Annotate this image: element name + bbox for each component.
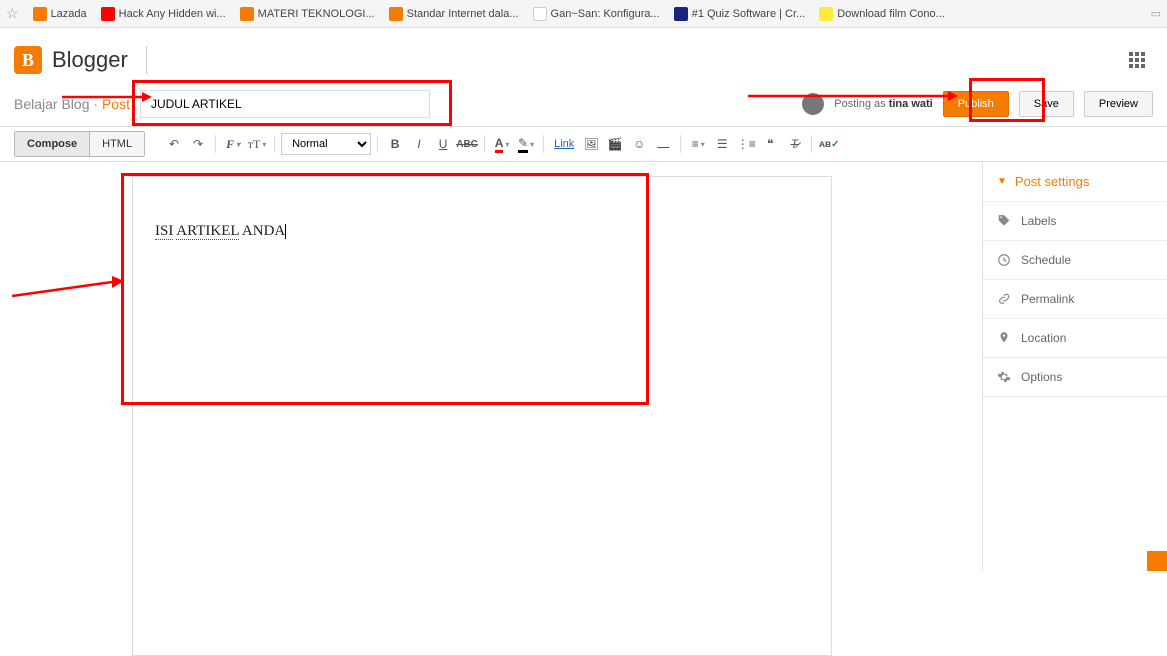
- gear-icon: [997, 370, 1011, 384]
- save-button[interactable]: Save: [1019, 91, 1074, 117]
- editor-toolbar: Compose HTML ↶ ↷ F▾ тT▾ Normal B I U ABC…: [0, 126, 1167, 162]
- bookmarks-bar: ☆ Lazada Hack Any Hidden wi... MATERI TE…: [0, 0, 1167, 28]
- spellcheck-icon[interactable]: ᴀʙ✓: [818, 133, 840, 155]
- pin-icon: [997, 331, 1011, 345]
- bookmark-item[interactable]: Download film Cono...: [819, 7, 945, 21]
- bookmark-item[interactable]: Hack Any Hidden wi...: [101, 7, 226, 21]
- content-text: ISI ARTIKEL ANDA: [133, 177, 831, 286]
- sidebar-item-label: Schedule: [1021, 253, 1071, 267]
- redo-icon[interactable]: ↷: [187, 133, 209, 155]
- link-icon: [997, 292, 1011, 306]
- publish-button[interactable]: Publish: [943, 91, 1009, 117]
- post-content-editor[interactable]: ISI ARTIKEL ANDA: [132, 176, 832, 656]
- posting-as-label: Posting as tina wati: [834, 98, 932, 110]
- sidebar-item-options[interactable]: Options: [983, 358, 1167, 397]
- blogger-logo-icon[interactable]: B: [14, 46, 42, 74]
- sidebar-item-label: Options: [1021, 370, 1062, 384]
- underline-icon[interactable]: U: [432, 133, 454, 155]
- bookmark-star-icon[interactable]: ☆: [6, 5, 19, 22]
- font-family-icon[interactable]: F▾: [222, 133, 244, 155]
- bookmark-item[interactable]: Lazada: [33, 7, 87, 21]
- sidebar-item-location[interactable]: Location: [983, 319, 1167, 358]
- highlight-color-icon[interactable]: ✎▾: [515, 133, 537, 155]
- quote-icon[interactable]: ❝: [759, 133, 781, 155]
- insert-jump-icon[interactable]: ⎼: [652, 133, 674, 155]
- app-header: B Blogger: [0, 28, 1167, 84]
- insert-emoji-icon[interactable]: ☺: [628, 133, 650, 155]
- bulleted-list-icon[interactable]: ⋮≡: [735, 133, 757, 155]
- avatar[interactable]: [802, 93, 824, 115]
- breadcrumb-site[interactable]: Belajar Blog: [14, 96, 90, 112]
- bookmark-item[interactable]: #1 Quiz Software | Cr...: [674, 7, 806, 21]
- sidebar-item-label: Labels: [1021, 214, 1056, 228]
- logo-text: Blogger: [52, 47, 128, 73]
- breadcrumb: Belajar Blog · Post: [14, 96, 130, 112]
- breadcrumb-section: Post: [102, 96, 130, 112]
- sidebar-item-label: Permalink: [1021, 292, 1074, 306]
- preview-button[interactable]: Preview: [1084, 91, 1153, 117]
- insert-image-icon[interactable]: 🖼: [580, 133, 602, 155]
- format-select[interactable]: Normal: [281, 133, 371, 155]
- bookmark-item[interactable]: Standar Internet dala...: [389, 7, 519, 21]
- strikethrough-icon[interactable]: ABC: [456, 133, 478, 155]
- italic-icon[interactable]: I: [408, 133, 430, 155]
- clock-icon: [997, 253, 1011, 267]
- feedback-tab[interactable]: [1147, 551, 1167, 571]
- sidebar-item-label: Location: [1021, 331, 1066, 345]
- bold-icon[interactable]: B: [384, 133, 406, 155]
- align-icon[interactable]: ≡▾: [687, 133, 709, 155]
- post-settings-sidebar: ▼ Post settings Labels Schedule Permalin…: [982, 162, 1167, 571]
- title-row: Belajar Blog · Post Posting as tina wati…: [0, 84, 1167, 126]
- remove-format-icon[interactable]: T̷: [783, 133, 805, 155]
- text-color-icon[interactable]: A▾: [491, 133, 513, 155]
- undo-icon[interactable]: ↶: [163, 133, 185, 155]
- insert-link-button[interactable]: Link: [550, 138, 578, 150]
- html-tab[interactable]: HTML: [90, 132, 144, 156]
- font-size-icon[interactable]: тT▾: [246, 133, 268, 155]
- post-title-input[interactable]: [140, 90, 430, 118]
- sidebar-item-schedule[interactable]: Schedule: [983, 241, 1167, 280]
- bookmark-item[interactable]: Gan~San: Konfigura...: [533, 7, 660, 21]
- main-content: ISI ARTIKEL ANDA ▼ Post settings Labels …: [0, 162, 1167, 571]
- mode-tabs: Compose HTML: [14, 131, 145, 157]
- compose-tab[interactable]: Compose: [15, 132, 90, 156]
- bookmark-item[interactable]: MATERI TEKNOLOGI...: [240, 7, 375, 21]
- post-settings-header[interactable]: ▼ Post settings: [983, 162, 1167, 202]
- apps-grid-icon[interactable]: [1129, 52, 1145, 68]
- sidebar-item-permalink[interactable]: Permalink: [983, 280, 1167, 319]
- insert-video-icon[interactable]: 🎬: [604, 133, 626, 155]
- numbered-list-icon[interactable]: ☰: [711, 133, 733, 155]
- tag-icon: [997, 214, 1011, 228]
- device-icon[interactable]: ▭: [1151, 7, 1161, 20]
- editor-area: ISI ARTIKEL ANDA: [0, 162, 982, 571]
- caret-down-icon: ▼: [997, 176, 1007, 187]
- sidebar-item-labels[interactable]: Labels: [983, 202, 1167, 241]
